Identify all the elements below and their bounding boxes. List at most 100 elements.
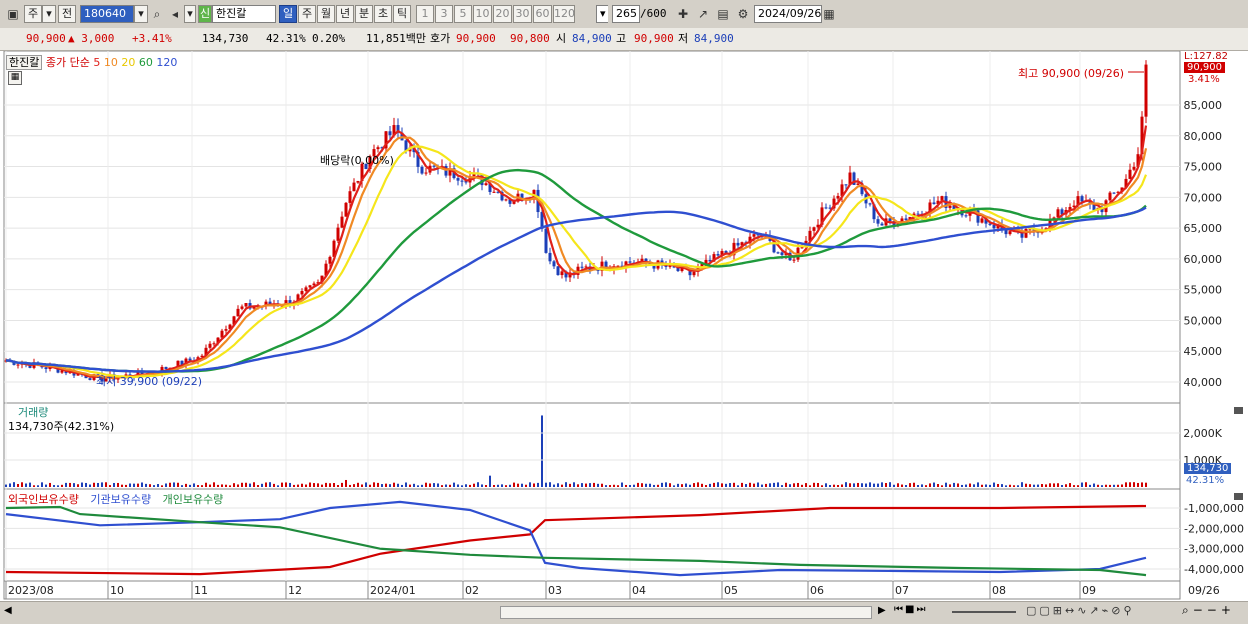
draw-tool-icon[interactable]: ↗ [694,5,712,23]
chart-settings-icon[interactable]: ▣ [4,5,22,23]
playback-controls[interactable]: ⏮■⏭ [894,604,946,618]
tab-6[interactable]: 틱 [393,5,411,23]
candle-body [420,166,424,174]
holdings-legend: 외국인보유수량 기관보유수량 개인보유수량 [8,491,223,507]
volume-bar [577,484,579,487]
speaker-icon[interactable]: ◂ [166,5,184,23]
volume-bar [889,482,891,487]
tab-0[interactable]: 일 [279,5,297,23]
prev-button[interactable]: 전 [58,5,76,23]
volume-bar [593,482,595,487]
volume-bar [485,485,487,487]
zoom-slider[interactable] [952,611,1016,613]
month-label: 03 [548,584,562,597]
volume-bar [813,482,815,487]
volume-bar [893,484,895,487]
zoom-controls[interactable]: ⌕−−+ [1182,603,1235,618]
calendar-icon[interactable]: ▦ [820,5,838,23]
count-input[interactable]: 265 [612,5,640,23]
volume-bar [445,484,447,487]
tab-1[interactable]: 주 [298,5,316,23]
volume-bar [1009,484,1011,487]
interval-dropdown-icon[interactable]: ▾ [596,5,608,23]
volume-bar [649,483,651,487]
candle-body [352,182,356,192]
volume-bar [237,484,239,487]
period-week-button[interactable]: 주 [24,5,42,23]
price-tick-label: 75,000 [1184,161,1223,174]
volume-bar [677,483,679,487]
draw-tools-icons[interactable]: ▢▢⊞↔∿↗⌁⊘⚲ [1026,604,1135,617]
interval-5[interactable]: 5 [454,5,472,23]
candle-body [752,234,756,237]
volume-bar [841,484,843,487]
volume-bar [433,483,435,487]
stock-name-field[interactable]: 한진칼 [212,5,276,23]
chevron-down-icon[interactable]: ▾ [42,5,56,23]
stock-code-input[interactable]: 180640 [80,5,134,23]
gear-icon[interactable]: ⚙ [734,5,752,23]
volume-bar [17,483,19,487]
price-tick-label: 80,000 [1184,130,1223,143]
volume-bar [413,483,415,487]
holdings-tick-label: -2,000,000 [1184,522,1244,535]
interval-1[interactable]: 1 [416,5,434,23]
stock-chart-svg[interactable]: 85,000 80,000 75,000 70,000 65,000 60,000 55,0… [0,50,1248,621]
interval-60[interactable]: 60 [533,5,552,23]
tab-4[interactable]: 분 [355,5,373,23]
volume-bar [973,484,975,487]
volume-bar [1041,484,1043,487]
volume-bar [501,484,503,487]
code-dropdown-icon[interactable]: ▾ [134,5,148,23]
volume-bar [213,482,215,487]
search-icon[interactable]: ⌕ [148,5,166,23]
scroll-right-icon[interactable]: ▶ [878,605,886,616]
volume-bar [393,482,395,487]
legend-stock-name[interactable]: 한진칼 [6,55,43,70]
volume-bar [465,484,467,487]
interval-20[interactable]: 20 [493,5,512,23]
interval-120[interactable]: 120 [553,5,575,23]
month-label: 05 [724,584,738,597]
candle-body [1112,192,1116,194]
volume-bar [497,484,499,487]
volume-bar [1013,485,1015,487]
scroll-left-icon[interactable]: ◀ [4,605,12,616]
tab-5[interactable]: 초 [374,5,392,23]
table-icon[interactable]: ▦ [8,71,22,85]
tab-3[interactable]: 년 [336,5,354,23]
volume-bar [153,485,155,487]
interval-30[interactable]: 30 [513,5,532,23]
volume-bar [665,482,667,487]
candle-body [44,367,48,369]
date-input[interactable]: 2024/09/26 [754,5,822,23]
volume-bar [589,483,591,487]
volume-bar [1069,483,1071,487]
price-tick-label: 60,000 [1184,253,1223,266]
volume-bar [993,482,995,487]
scrollbar-thumb[interactable] [500,606,872,619]
volume-bar [761,484,763,487]
volume-bar [529,482,531,487]
volume-bar [137,483,139,487]
tab-2[interactable]: 월 [317,5,335,23]
volume-bar [661,482,663,487]
volume-bar [869,482,871,487]
interval-10[interactable]: 10 [473,5,492,23]
speaker-dropdown-icon[interactable]: ▾ [184,5,196,23]
volume-bar [429,483,431,487]
low-label: 저 [678,32,689,45]
price-tick-label: 40,000 [1184,376,1223,389]
crosshair-icon[interactable]: ✚ [674,5,692,23]
candle-body [340,216,344,228]
legend-institution: 기관보유수량 [90,493,152,506]
chart-area[interactable]: 85,000 80,000 75,000 70,000 65,000 60,000 55,0… [0,50,1248,621]
save-icon[interactable]: ▤ [714,5,732,23]
candle-body [208,343,212,348]
volume-bar [777,482,779,487]
interval-3[interactable]: 3 [435,5,453,23]
volume-bar [1113,484,1115,487]
candle-body [904,218,908,221]
volume-bar [13,482,15,487]
candle-body [716,254,720,256]
